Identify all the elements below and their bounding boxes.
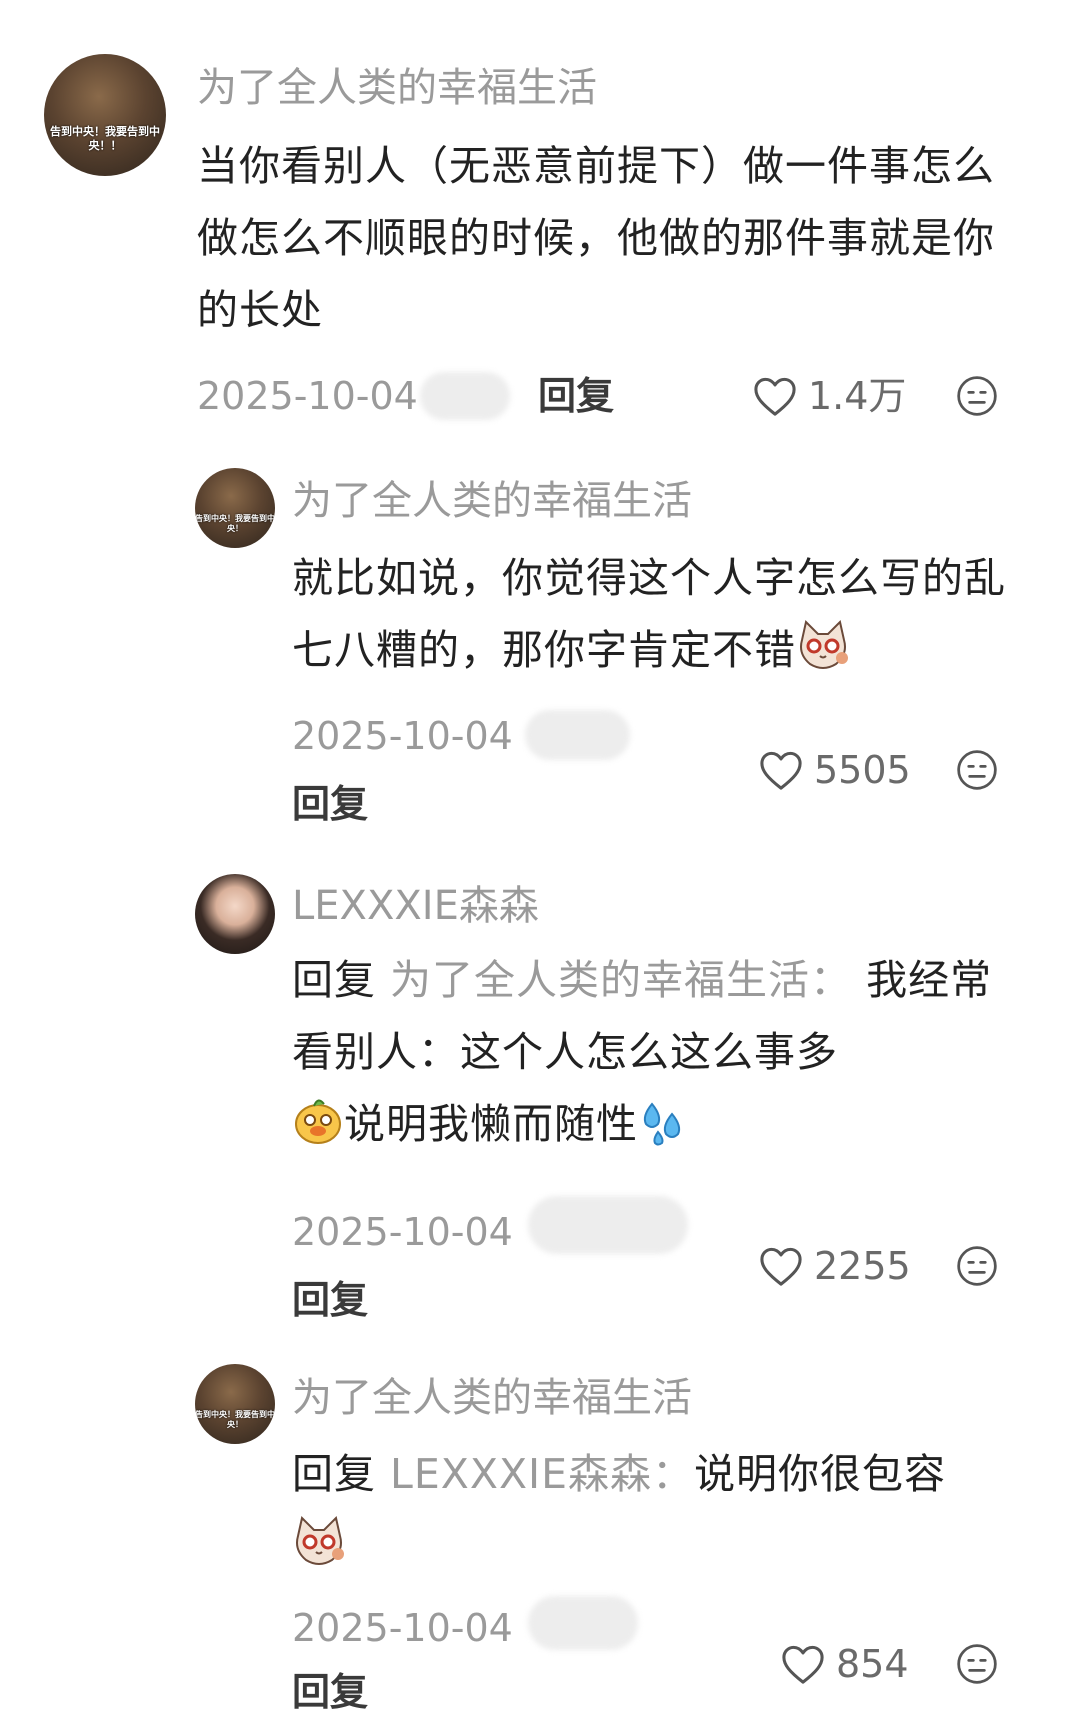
comment-text-body-2: 说明我懒而随性 — [344, 1100, 638, 1148]
blurred-location — [420, 372, 510, 420]
avatar[interactable]: 告到中央！我要告到中央！ — [195, 468, 275, 548]
reply-target-name[interactable]: 为了全人类的幸福生活： — [390, 956, 852, 1004]
avatar-caption: 告到中央！我要告到中央！ — [195, 1410, 275, 1430]
comment-author[interactable]: 为了全人类的幸福生活 — [292, 1372, 692, 1424]
blurred-location — [528, 1596, 638, 1650]
comment-author[interactable]: LEXXXIE森森 — [292, 880, 539, 932]
blurred-location — [525, 710, 630, 760]
heart-outline-icon — [754, 377, 796, 416]
comment-date: 2025-10-04 — [292, 1606, 513, 1650]
meh-face-icon[interactable] — [955, 748, 999, 792]
heart-outline-icon — [782, 1645, 824, 1684]
reply-button[interactable]: 回复 — [292, 780, 368, 828]
reply-target-name[interactable]: LEXXXIE森森： — [390, 1450, 694, 1498]
comment-date: 2025-10-04 — [292, 714, 513, 758]
avatar[interactable]: 告到中央！我要告到中央！！ — [44, 54, 166, 176]
like-count: 1.4万 — [808, 374, 907, 418]
blurred-location — [528, 1196, 688, 1254]
comment-author[interactable]: 为了全人类的幸福生活 — [197, 62, 597, 114]
comment-date: 2025-10-04 — [292, 1210, 513, 1254]
reply-prefix: 回复 — [292, 1450, 376, 1498]
like-count: 2255 — [814, 1244, 911, 1288]
like-button[interactable]: 854 — [780, 1640, 909, 1688]
reply-prefix: 回复 — [292, 956, 376, 1004]
reply-button[interactable]: 回复 — [292, 1668, 368, 1716]
avatar-caption: 告到中央！我要告到中央！！ — [50, 124, 160, 152]
meh-face-icon[interactable] — [955, 1244, 999, 1288]
meh-face-icon[interactable] — [955, 1642, 999, 1686]
avatar[interactable]: 告到中央！我要告到中央！ — [195, 1364, 275, 1444]
duck-emoji-icon — [295, 1099, 341, 1144]
avatar-caption: 告到中央！我要告到中央！ — [195, 514, 275, 534]
comment-text-body: 说明你很包容 — [694, 1450, 947, 1498]
like-button[interactable]: 1.4万 — [752, 372, 906, 420]
comment-text: 就比如说，你觉得这个人字怎么写的乱七八糟的，那你字肯定不错 — [292, 542, 1032, 686]
like-count: 854 — [836, 1642, 909, 1686]
comment-author[interactable]: 为了全人类的幸福生活 — [292, 475, 692, 527]
like-button[interactable]: 2255 — [758, 1242, 911, 1290]
meh-face-icon[interactable] — [955, 374, 999, 418]
cat-emoji-icon — [296, 1516, 344, 1565]
like-count: 5505 — [814, 748, 911, 792]
comment-text: 当你看别人（无恶意前提下）做一件事怎么做怎么不顺眼的时候，他做的那件事就是你的长… — [197, 142, 995, 334]
reply-button[interactable]: 回复 — [292, 1276, 368, 1324]
avatar[interactable] — [195, 874, 275, 954]
heart-outline-icon — [760, 751, 802, 790]
comment-date: 2025-10-04 — [197, 374, 418, 418]
heart-outline-icon — [760, 1247, 802, 1286]
comment-text-body: 就比如说，你觉得这个人字怎么写的乱七八糟的，那你字肯定不错 — [292, 554, 1006, 674]
sweat-drops-emoji-icon — [643, 1102, 681, 1146]
comment-text: 回复 LEXXXIE森森：说明你很包容 — [292, 1438, 1022, 1582]
reply-button[interactable]: 回复 — [538, 372, 614, 420]
like-button[interactable]: 5505 — [758, 746, 911, 794]
comment-text: 回复 为了全人类的幸福生活： 我经常看别人：这个人怎么这么事多 说明我懒而随性 — [292, 944, 1022, 1160]
cat-emoji-icon — [800, 620, 848, 669]
